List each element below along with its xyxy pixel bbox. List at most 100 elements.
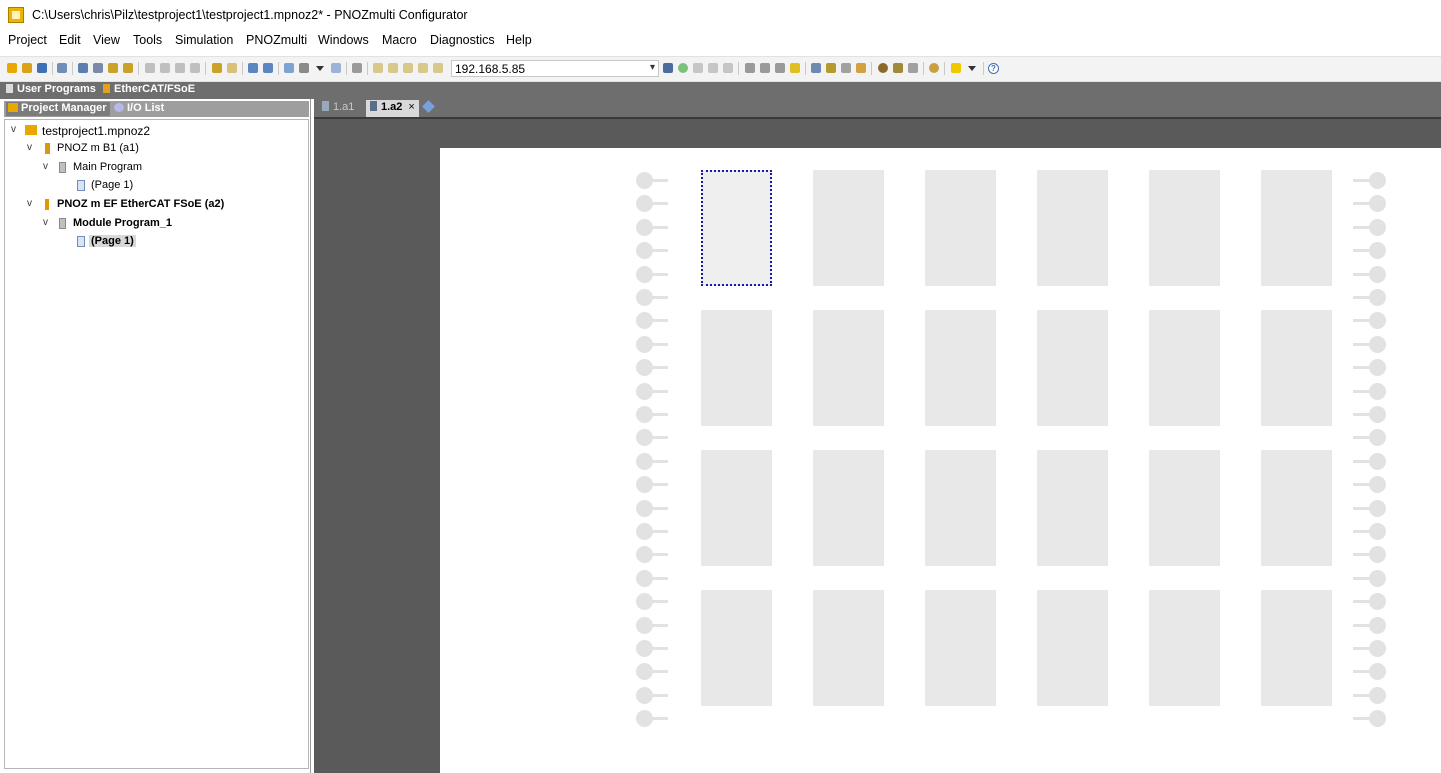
menu-view[interactable]: View: [93, 33, 120, 47]
element-slot[interactable]: [1261, 590, 1332, 706]
program-sheet[interactable]: [440, 148, 1441, 773]
panel-tab-bar: User Programs EtherCAT/FSoE: [0, 82, 1441, 99]
menu-help[interactable]: Help: [506, 33, 532, 47]
copy-icon[interactable]: [160, 63, 170, 73]
help-icon[interactable]: ?: [988, 63, 999, 74]
menu-project[interactable]: Project: [8, 33, 47, 47]
ip-address-combobox[interactable]: 192.168.5.85 ▾: [451, 60, 659, 77]
element-slot[interactable]: [1149, 450, 1220, 566]
selected-element-slot[interactable]: [701, 170, 772, 286]
tab-ethercat-fsoe[interactable]: EtherCAT/FSoE: [103, 83, 195, 98]
expand-toggle-icon[interactable]: v: [27, 142, 32, 153]
element-slot[interactable]: [1149, 590, 1220, 706]
element-slot[interactable]: [1037, 310, 1108, 426]
element-slot[interactable]: [1037, 590, 1108, 706]
network-search-icon[interactable]: [663, 63, 673, 73]
user-icon[interactable]: [745, 63, 755, 73]
element-slot[interactable]: [813, 310, 884, 426]
redo-icon[interactable]: [227, 63, 237, 73]
menu-windows[interactable]: Windows: [318, 33, 369, 47]
table-icon[interactable]: [908, 63, 918, 73]
element-slot[interactable]: [1149, 170, 1220, 286]
menu-diagnostics[interactable]: Diagnostics: [430, 33, 495, 47]
stop-icon[interactable]: [693, 63, 703, 73]
close-tab-icon[interactable]: ×: [408, 101, 414, 113]
cut-icon[interactable]: [145, 63, 155, 73]
chevron-down-icon[interactable]: ▾: [650, 62, 655, 73]
find-icon[interactable]: [811, 63, 821, 73]
paste-icon[interactable]: [175, 63, 185, 73]
tab-page-a1[interactable]: 1.a1: [318, 100, 358, 118]
element-slot[interactable]: [925, 590, 996, 706]
element-slot[interactable]: [701, 310, 772, 426]
element-slot[interactable]: [1261, 170, 1332, 286]
element-slot[interactable]: [813, 590, 884, 706]
start-icon[interactable]: [678, 63, 688, 73]
lock-icon[interactable]: [108, 63, 118, 73]
element-slot[interactable]: [925, 310, 996, 426]
element-slot[interactable]: [1149, 310, 1220, 426]
element-slot[interactable]: [1037, 450, 1108, 566]
globe-icon[interactable]: [878, 63, 888, 73]
element-slot[interactable]: [701, 450, 772, 566]
zoom-in-icon[interactable]: [248, 63, 258, 73]
refresh-icon[interactable]: [284, 63, 294, 73]
menu-edit[interactable]: Edit: [59, 33, 81, 47]
tab-io-list[interactable]: I/O List: [114, 102, 164, 116]
menu-simulation[interactable]: Simulation: [175, 33, 233, 47]
print-icon[interactable]: [57, 63, 67, 73]
layout-icon[interactable]: [299, 63, 309, 73]
note-icon[interactable]: [951, 63, 961, 73]
menu-pnozmulti[interactable]: PNOZmulti: [246, 33, 307, 47]
connect-icon[interactable]: [373, 63, 383, 73]
tab-page-a2[interactable]: 1.a2 ×: [366, 100, 419, 118]
save-icon[interactable]: [37, 63, 47, 73]
expand-toggle-icon[interactable]: v: [43, 161, 48, 172]
log-icon[interactable]: [723, 63, 733, 73]
disconnect-icon[interactable]: [388, 63, 398, 73]
device-icon[interactable]: [790, 63, 800, 73]
book-icon[interactable]: [893, 63, 903, 73]
expand-toggle-icon[interactable]: v: [11, 124, 16, 135]
menu-macro[interactable]: Macro: [382, 33, 417, 47]
tab-user-programs[interactable]: User Programs: [6, 83, 96, 98]
tab-project-manager[interactable]: Project Manager: [6, 102, 110, 116]
goto-icon[interactable]: [841, 63, 851, 73]
expand-toggle-icon[interactable]: v: [43, 217, 48, 228]
measure-icon[interactable]: [856, 63, 866, 73]
element-slot[interactable]: [925, 170, 996, 286]
diagnostic-icon[interactable]: [708, 63, 718, 73]
element-slot[interactable]: [1261, 450, 1332, 566]
project-tree[interactable]: v testproject1.mpnoz2 v PNOZ m B1 (a1) v…: [4, 119, 309, 769]
toolbar-separator: [72, 62, 73, 75]
layout-dropdown-icon[interactable]: [316, 66, 324, 71]
settings-icon[interactable]: [352, 63, 362, 73]
zoom-out-icon[interactable]: [263, 63, 273, 73]
upload-icon[interactable]: [403, 63, 413, 73]
download-icon[interactable]: [418, 63, 428, 73]
toolbar: 192.168.5.85 ▾ ?: [0, 56, 1441, 82]
undo-icon[interactable]: [212, 63, 222, 73]
fit-view-icon[interactable]: [331, 63, 341, 73]
element-slot[interactable]: [925, 450, 996, 566]
new-project-icon[interactable]: [7, 63, 17, 73]
element-slot[interactable]: [701, 590, 772, 706]
element-slot[interactable]: [1037, 170, 1108, 286]
add-page-icon[interactable]: [422, 100, 435, 113]
element-slot[interactable]: [813, 170, 884, 286]
open-project-icon[interactable]: [22, 63, 32, 73]
module-icon[interactable]: [775, 63, 785, 73]
delete-icon[interactable]: [190, 63, 200, 73]
sync-icon[interactable]: [929, 63, 939, 73]
project-info-icon[interactable]: [93, 63, 103, 73]
element-slot[interactable]: [813, 450, 884, 566]
compare-icon[interactable]: [433, 63, 443, 73]
menu-tools[interactable]: Tools: [133, 33, 162, 47]
element-slot[interactable]: [1261, 310, 1332, 426]
replace-icon[interactable]: [826, 63, 836, 73]
note-dropdown-icon[interactable]: [968, 66, 976, 71]
copy-project-icon[interactable]: [78, 63, 88, 73]
key-icon[interactable]: [123, 63, 133, 73]
expand-toggle-icon[interactable]: v: [27, 198, 32, 209]
users-icon[interactable]: [760, 63, 770, 73]
